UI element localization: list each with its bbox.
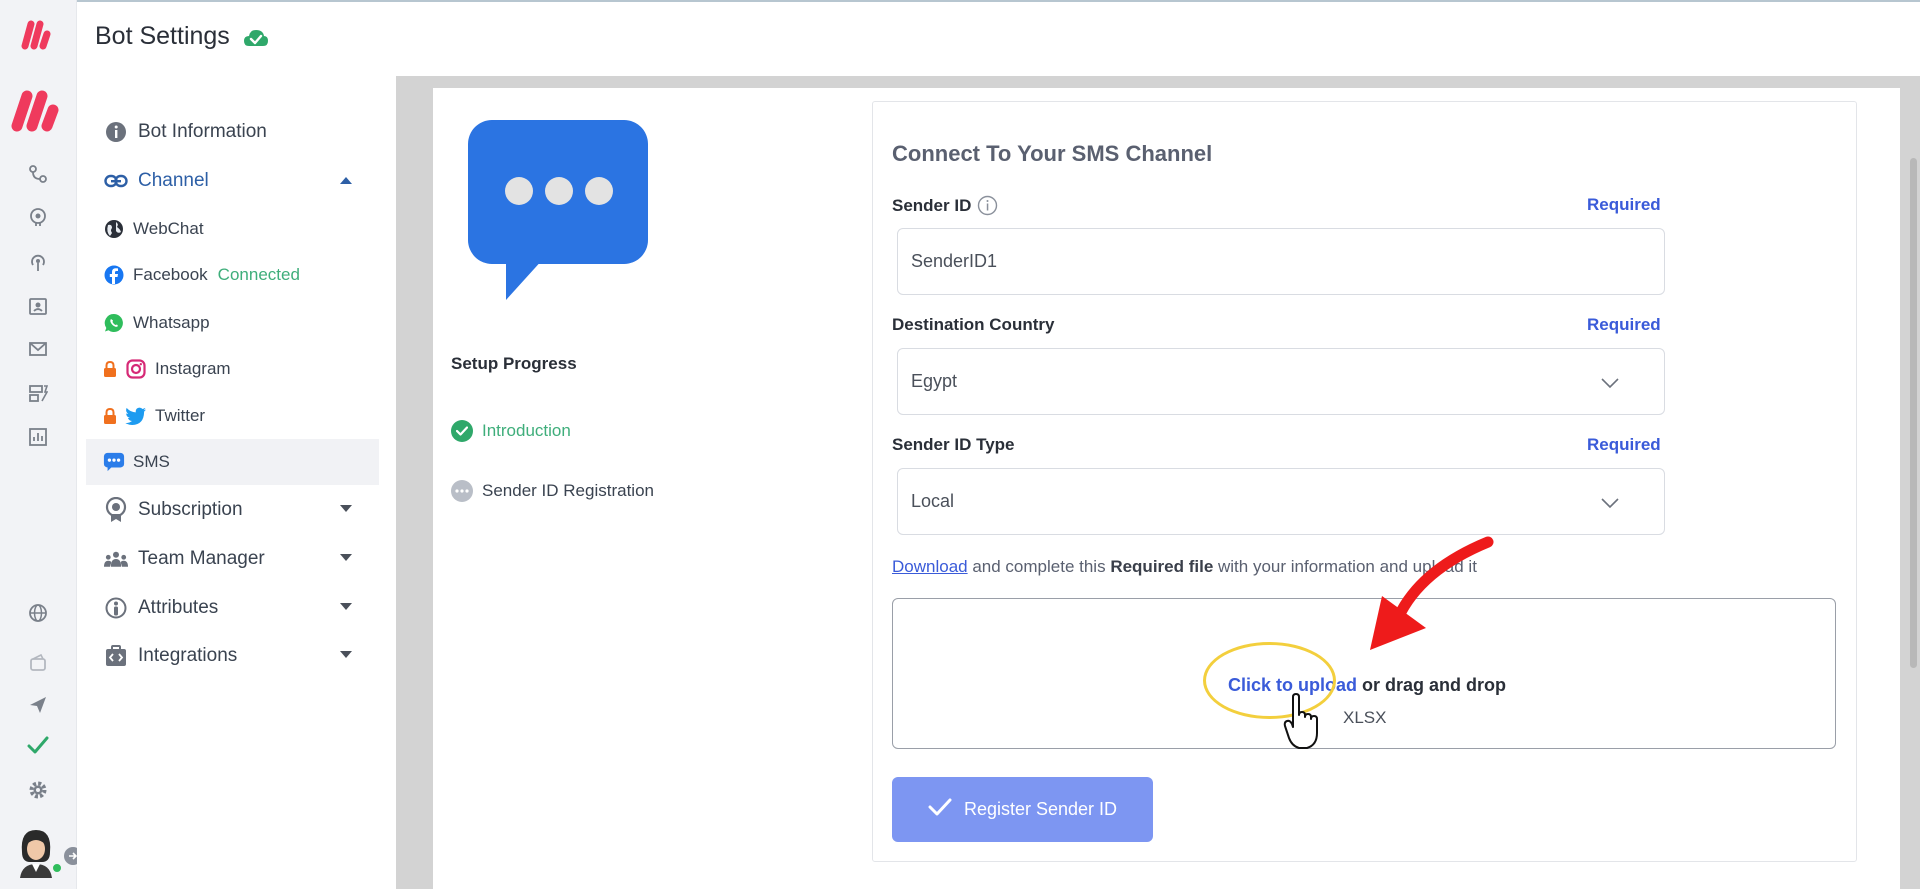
mail-icon[interactable] — [26, 337, 50, 361]
channel-item-label: Instagram — [155, 359, 231, 378]
channel-item-facebook[interactable]: Facebook Connected — [86, 252, 379, 298]
step-label: Sender ID Registration — [482, 481, 654, 500]
online-status-badge — [51, 862, 63, 874]
check-icon — [928, 798, 952, 821]
caret-down-icon — [340, 651, 352, 658]
info-icon — [104, 120, 128, 144]
select-value: Egypt — [911, 371, 958, 391]
facebook-icon — [103, 264, 125, 286]
pending-dots-icon — [451, 480, 473, 502]
chevron-down-icon — [1600, 373, 1620, 394]
sender-id-label: Sender ID — [892, 195, 998, 216]
channel-item-sms[interactable]: SMS — [86, 439, 379, 485]
label-text: Sender ID — [892, 195, 972, 215]
setup-step-sender-id-registration[interactable]: Sender ID Registration — [451, 480, 654, 502]
register-sender-id-button[interactable]: Register Sender ID — [892, 777, 1153, 842]
select-value: Local — [911, 491, 955, 511]
globe-icon — [103, 218, 125, 240]
sms-chat-illustration-icon — [466, 118, 650, 307]
download-link[interactable]: Download — [892, 557, 968, 576]
channel-item-label: Whatsapp — [133, 313, 210, 332]
sms-chat-icon — [103, 451, 125, 473]
required-indicator: Required — [1587, 435, 1661, 454]
upload-prompt-text: or drag and drop — [1357, 675, 1507, 695]
input-value: SenderID1 — [911, 251, 998, 271]
globe-icon[interactable] — [26, 601, 50, 625]
person-circle-icon — [104, 596, 128, 620]
channel-item-label: Facebook — [133, 265, 208, 284]
menu-item-label: Integrations — [138, 645, 238, 666]
menu-item-label: Team Manager — [138, 548, 265, 569]
destination-country-select[interactable]: Egypt — [897, 348, 1665, 415]
upload-file-type-hint: XLSX — [1343, 708, 1387, 727]
required-indicator: Required — [1587, 195, 1661, 214]
chevron-down-icon — [1600, 493, 1620, 514]
channel-item-label: WebChat — [133, 219, 204, 238]
setup-progress-title: Setup Progress — [451, 354, 577, 373]
channel-item-label: SMS — [133, 452, 170, 471]
icon-rail — [0, 0, 84, 889]
vertical-scrollbar[interactable] — [1910, 158, 1917, 668]
setup-step-introduction[interactable]: Introduction — [451, 420, 571, 442]
hand-pointer-icon — [1283, 693, 1319, 756]
team-icon — [104, 547, 128, 571]
sender-id-type-label: Sender ID Type — [892, 435, 1015, 454]
menu-item-bot-information[interactable]: Bot Information — [86, 110, 379, 154]
flow-icon[interactable] — [26, 162, 50, 186]
brand-logo-icon[interactable] — [19, 18, 55, 55]
menu-item-label: Bot Information — [138, 121, 267, 142]
lock-icon — [103, 361, 117, 377]
channel-item-instagram[interactable]: Instagram — [86, 346, 379, 392]
lock-icon — [103, 408, 117, 424]
step-label: Introduction — [482, 421, 571, 440]
menu-item-label: Channel — [138, 170, 209, 191]
channel-item-label: Twitter — [155, 406, 206, 425]
menu-item-label: Attributes — [138, 597, 219, 618]
caret-down-icon — [340, 505, 352, 512]
wallet-icon[interactable] — [26, 651, 50, 675]
top-header: Bot Settings — [77, 0, 1920, 76]
destination-country-label: Destination Country — [892, 315, 1055, 334]
connected-status: Connected — [217, 265, 300, 284]
cloud-check-icon — [243, 28, 269, 53]
red-arrow-annotation — [1340, 530, 1500, 665]
instagram-icon — [125, 358, 147, 380]
menu-item-integrations[interactable]: Integrations — [86, 634, 379, 678]
page-title: Bot Settings — [95, 22, 230, 50]
badge-icon — [104, 497, 128, 522]
contacts-icon[interactable] — [26, 294, 50, 318]
sender-id-type-select[interactable]: Local — [897, 468, 1665, 535]
required-indicator: Required — [1587, 315, 1661, 334]
workspace-logo-icon[interactable] — [9, 86, 65, 139]
help-text-bold: Required file — [1110, 557, 1214, 576]
broadcast-icon[interactable] — [26, 250, 50, 274]
sender-id-input[interactable]: SenderID1 — [897, 228, 1665, 295]
whatsapp-icon — [103, 312, 125, 334]
dashboard-icon[interactable] — [26, 381, 50, 405]
brain-icon[interactable] — [26, 205, 50, 229]
caret-up-icon — [340, 177, 352, 184]
form-title: Connect To Your SMS Channel — [892, 141, 1213, 166]
analytics-icon[interactable] — [26, 425, 50, 449]
button-label: Register Sender ID — [963, 799, 1118, 819]
caret-down-icon — [340, 554, 352, 561]
link-icon — [104, 169, 128, 193]
menu-item-label: Subscription — [138, 499, 243, 520]
channel-item-twitter[interactable]: Twitter — [86, 393, 379, 439]
menu-item-channel[interactable]: Channel — [86, 159, 379, 203]
help-text-part: and complete this — [967, 557, 1111, 576]
caret-down-icon — [340, 603, 352, 610]
info-outline-icon[interactable] — [977, 195, 998, 216]
check-circle-icon — [451, 420, 473, 442]
menu-item-subscription[interactable]: Subscription — [86, 488, 379, 532]
menu-item-attributes[interactable]: Attributes — [86, 586, 379, 630]
menu-item-team-manager[interactable]: Team Manager — [86, 537, 379, 581]
twitter-icon — [125, 405, 147, 427]
check-icon[interactable] — [26, 733, 50, 757]
gear-icon[interactable] — [26, 778, 50, 802]
channel-item-webchat[interactable]: WebChat — [86, 206, 379, 252]
channel-item-whatsapp[interactable]: Whatsapp — [86, 300, 379, 346]
send-icon[interactable] — [26, 693, 50, 717]
code-briefcase-icon — [104, 644, 128, 668]
